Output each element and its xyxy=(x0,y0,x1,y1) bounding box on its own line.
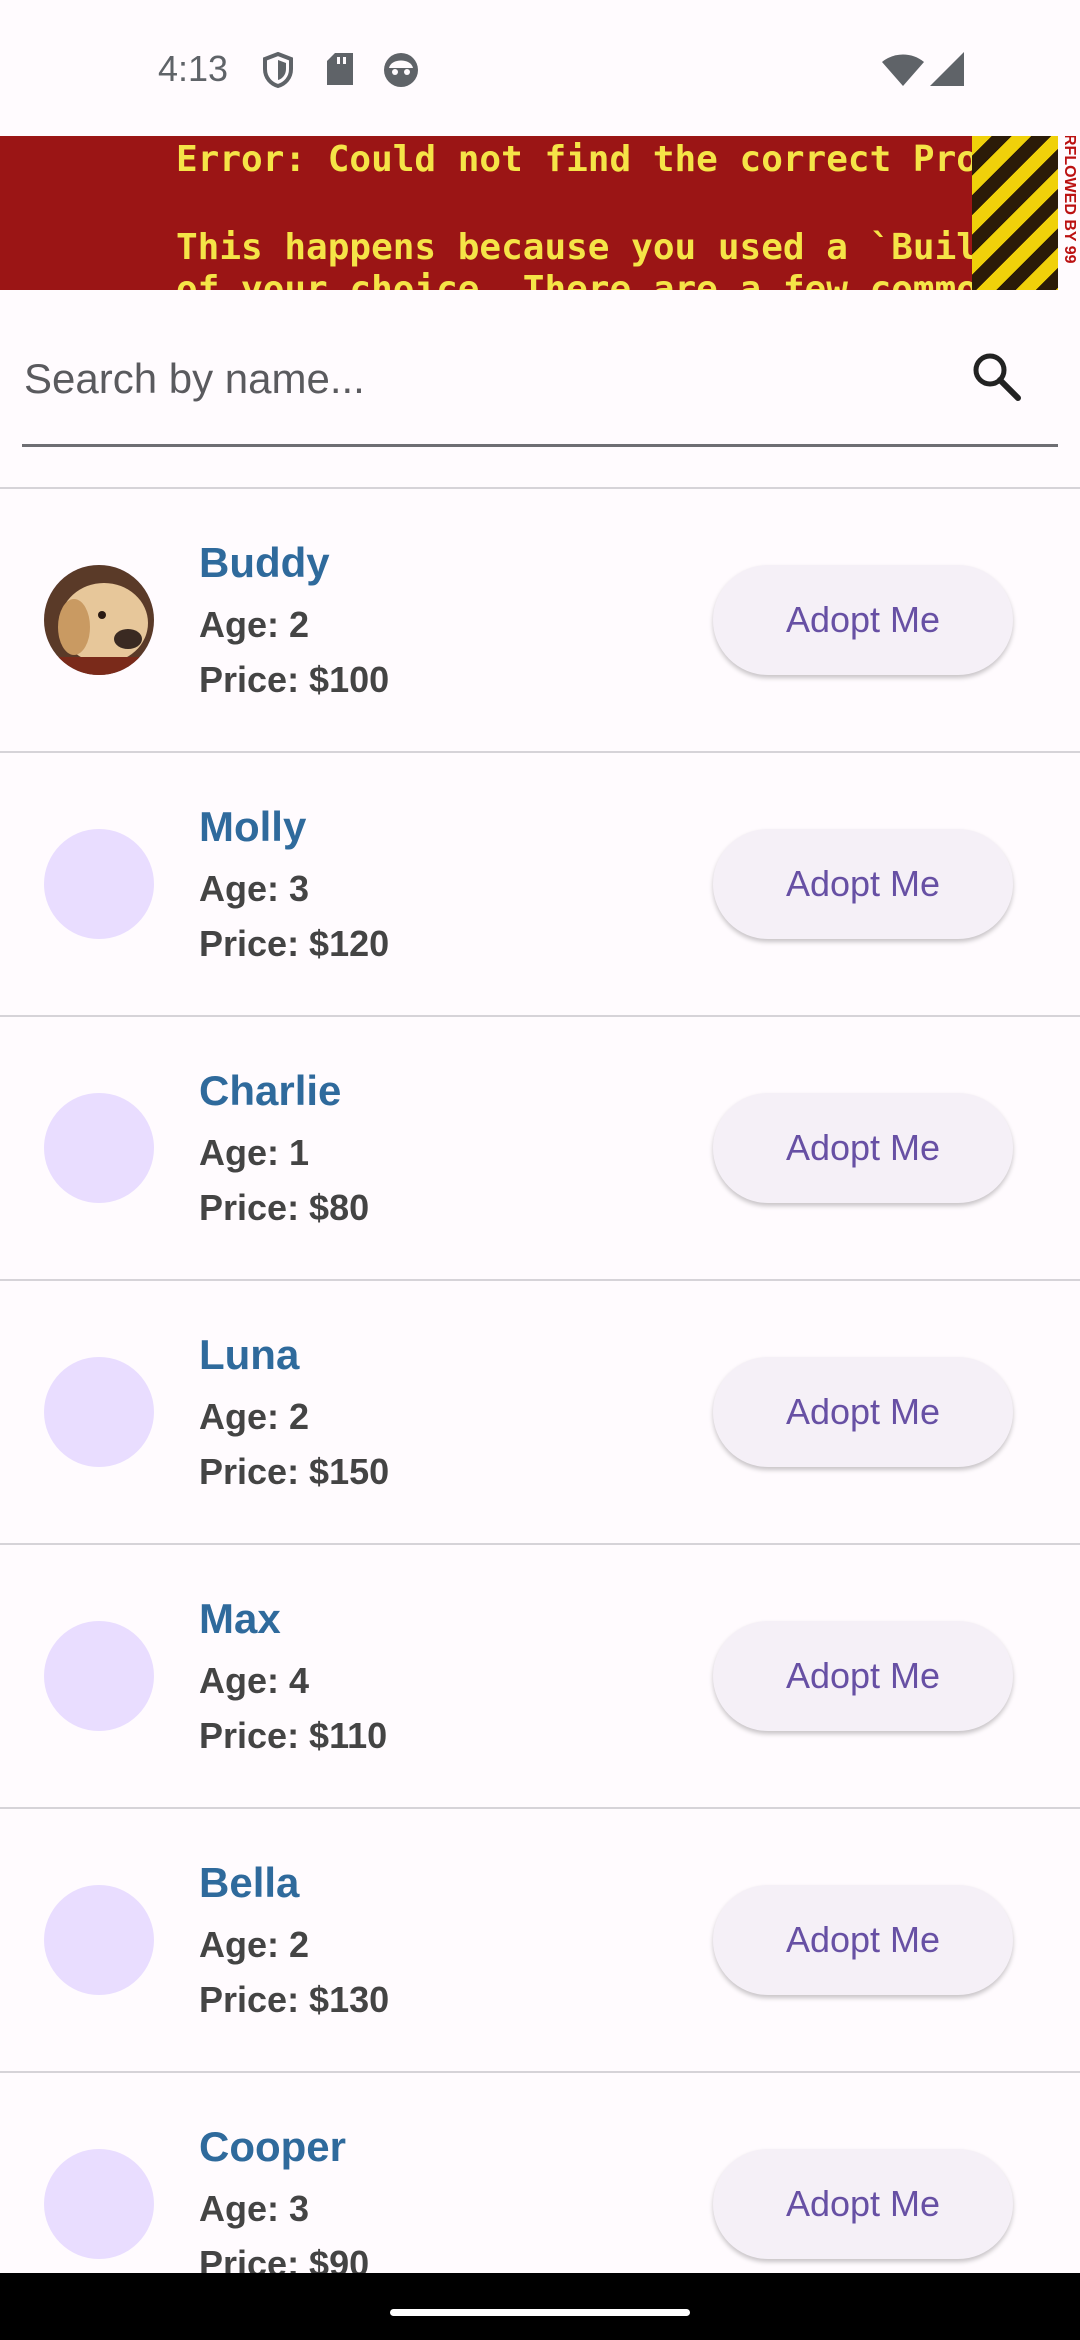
pet-price: Price: $120 xyxy=(199,923,390,964)
cell-signal-icon xyxy=(930,52,964,91)
navigation-bar xyxy=(0,2273,1080,2340)
adopt-me-button[interactable]: Adopt Me xyxy=(713,1093,1013,1203)
pet-avatar-placeholder xyxy=(44,1885,154,1995)
pet-row: Max Age: 4 Price: $110 Adopt Me xyxy=(0,1545,1080,1809)
pet-list[interactable]: Buddy Age: 2 Price: $100 Adopt Me Molly Age: … xyxy=(0,487,1080,2275)
pet-name: Max xyxy=(199,1595,281,1642)
pet-age: Age: 2 xyxy=(199,1924,310,1965)
pet-price: Price: $90 xyxy=(199,2243,370,2275)
pet-row: Bella Age: 2 Price: $130 Adopt Me xyxy=(0,1809,1080,2073)
pet-avatar-placeholder xyxy=(44,1093,154,1203)
pet-age: Age: 4 xyxy=(199,1660,310,1701)
pet-age: Age: 3 xyxy=(199,868,310,909)
error-banner: Error: Could not find the correct Prov T… xyxy=(0,136,1080,290)
pet-row: Cooper Age: 3 Price: $90 Adopt Me xyxy=(0,2073,1080,2275)
face-icon xyxy=(383,52,419,93)
pet-name: Bella xyxy=(199,1859,300,1906)
pet-name: Buddy xyxy=(199,539,330,586)
pet-age: Age: 1 xyxy=(199,1132,310,1173)
search-input[interactable] xyxy=(22,338,926,420)
pet-avatar-placeholder xyxy=(44,1621,154,1731)
pet-price: Price: $130 xyxy=(199,1979,390,2020)
error-message-line-1: Error: Could not find the correct Prov xyxy=(176,139,1000,180)
pet-age: Age: 2 xyxy=(199,1396,310,1437)
search-icon[interactable] xyxy=(970,350,1022,407)
dog-photo xyxy=(44,565,154,675)
pet-avatar-placeholder xyxy=(44,829,154,939)
adopt-me-button[interactable]: Adopt Me xyxy=(713,829,1013,939)
pet-age: Age: 2 xyxy=(199,604,310,645)
home-gesture-handle[interactable] xyxy=(390,2309,690,2316)
pet-row: Charlie Age: 1 Price: $80 Adopt Me xyxy=(0,1017,1080,1281)
overflow-warning-text: RFLOWED BY 99 xyxy=(1061,136,1078,264)
pet-row: Buddy Age: 2 Price: $100 Adopt Me xyxy=(0,489,1080,753)
wifi-icon xyxy=(882,54,924,91)
adopt-me-button[interactable]: Adopt Me xyxy=(713,1621,1013,1731)
error-message-line-2: This happens because you used a `Build xyxy=(176,227,1000,268)
pet-row: Molly Age: 3 Price: $120 Adopt Me xyxy=(0,753,1080,1017)
adopt-me-button[interactable]: Adopt Me xyxy=(713,1885,1013,1995)
pet-name: Molly xyxy=(199,803,307,850)
overflow-warning-label: RFLOWED BY 99 xyxy=(1058,136,1080,290)
pet-price: Price: $100 xyxy=(199,659,390,700)
pet-price: Price: $110 xyxy=(199,1715,388,1756)
adopt-me-button[interactable]: Adopt Me xyxy=(713,2149,1013,2259)
pet-price: Price: $150 xyxy=(199,1451,390,1492)
pet-avatar-placeholder xyxy=(44,2149,154,2259)
status-time: 4:13 xyxy=(158,48,229,89)
pet-avatar-placeholder xyxy=(44,1357,154,1467)
pet-name: Charlie xyxy=(199,1067,342,1114)
sd-card-icon xyxy=(326,52,354,91)
status-bar: 4:13 xyxy=(0,0,1080,136)
search-field[interactable] xyxy=(22,320,1058,447)
adopt-me-button[interactable]: Adopt Me xyxy=(713,565,1013,675)
pet-row: Luna Age: 2 Price: $150 Adopt Me xyxy=(0,1281,1080,1545)
pet-photo-avatar xyxy=(44,565,154,675)
adopt-me-button[interactable]: Adopt Me xyxy=(713,1357,1013,1467)
shield-icon xyxy=(262,51,294,93)
pet-age: Age: 3 xyxy=(199,2188,310,2229)
pet-price: Price: $80 xyxy=(199,1187,370,1228)
overflow-warning-stripe xyxy=(972,136,1058,290)
pet-name: Luna xyxy=(199,1331,300,1378)
error-message-line-3: of your choice. There are a few common xyxy=(176,269,1000,290)
pet-name: Cooper xyxy=(199,2123,346,2170)
